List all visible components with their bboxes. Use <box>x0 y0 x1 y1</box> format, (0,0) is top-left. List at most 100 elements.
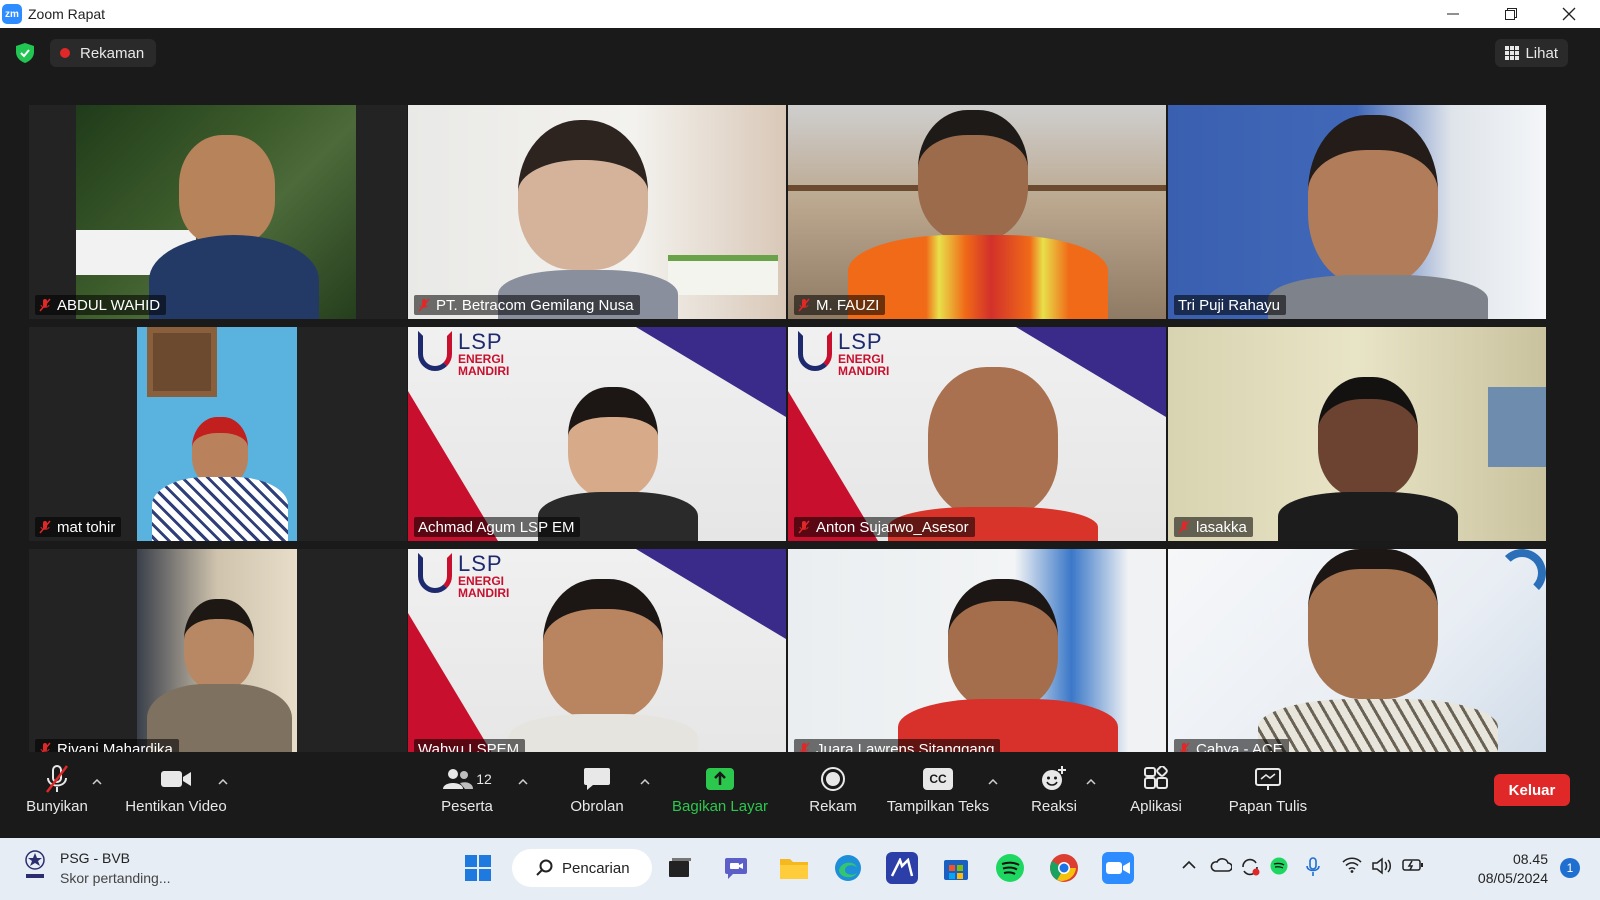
chat-button[interactable]: Obrolan <box>560 762 634 826</box>
participants-label: Peserta <box>441 798 493 815</box>
edge-browser-button[interactable] <box>832 852 864 884</box>
participant-name-tag: Anton Sujarwo_Asesor <box>794 517 975 537</box>
participant-name: ABDUL WAHID <box>57 296 161 314</box>
cloud-icon <box>1210 858 1233 872</box>
file-explorer-button[interactable] <box>778 852 810 884</box>
video-options-caret[interactable] <box>218 774 228 788</box>
captions-icon: CC <box>923 768 953 790</box>
video-tile-mat-tohir[interactable]: mat tohir <box>29 327 407 541</box>
battery-tray[interactable] <box>1402 857 1424 878</box>
show-captions-button[interactable]: CC Tampilkan Teks <box>878 762 998 826</box>
video-tile-m-fauzi[interactable]: M. FAUZI <box>788 105 1166 319</box>
lsp-logo: LSP ENERGI MANDIRI <box>418 331 509 377</box>
start-button[interactable] <box>462 852 494 884</box>
battery-charging-icon <box>1402 859 1423 871</box>
video-tile-anton-sujarwo[interactable]: LSP ENERGI MANDIRI Anton Sujarwo_Asesor <box>788 327 1166 541</box>
zoom-app-button[interactable] <box>1102 852 1134 884</box>
meeting-toolbar: Bunyikan Hentikan Video 12 Peserta Obrol… <box>0 752 1600 836</box>
view-button[interactable]: Lihat <box>1495 39 1568 67</box>
ai-app-button[interactable] <box>886 852 918 884</box>
lsp-logo-icon <box>418 331 452 371</box>
smiley-add-icon <box>1042 766 1066 790</box>
sync-alert-icon <box>1242 858 1260 876</box>
volume-tray[interactable] <box>1372 857 1392 880</box>
news-widget[interactable]: PSG - BVB Skor pertanding... <box>20 848 171 888</box>
unmute-button[interactable]: Bunyikan <box>25 762 89 826</box>
chevron-up-icon <box>1086 778 1096 785</box>
taskbar-search[interactable]: Pencarian <box>512 849 652 887</box>
store-icon <box>944 860 968 880</box>
sync-tray[interactable] <box>1240 857 1260 882</box>
news-subtitle: Skor pertanding... <box>60 870 171 886</box>
recording-label: Rekaman <box>80 44 145 62</box>
participant-name: Anton Sujarwo_Asesor <box>816 518 969 536</box>
minimize-button[interactable] <box>1424 0 1482 28</box>
spotify-tray[interactable] <box>1270 857 1288 880</box>
champions-league-icon <box>25 850 45 878</box>
reactions-label: Reaksi <box>1031 798 1077 815</box>
restore-button[interactable] <box>1482 0 1540 28</box>
video-tile-achmad-agum[interactable]: LSP ENERGI MANDIRI Achmad Agum LSP EM <box>408 327 786 541</box>
video-tile-tri-puji-rahayu[interactable]: Tri Puji Rahayu <box>1168 105 1546 319</box>
taskbar-clock[interactable]: 08.45 08/05/2024 <box>1478 850 1548 888</box>
whiteboard-button[interactable]: Papan Tulis <box>1226 762 1310 826</box>
stop-video-button[interactable]: Hentikan Video <box>120 762 232 826</box>
teams-chat-button[interactable] <box>722 852 754 884</box>
encryption-shield-icon[interactable] <box>16 43 34 63</box>
lsp-logo: LSP ENERGI MANDIRI <box>798 331 889 377</box>
whiteboard-icon <box>1255 768 1281 790</box>
microsoft-store-button[interactable] <box>940 852 972 884</box>
clock-time: 08.45 <box>1512 851 1548 867</box>
mic-muted-icon <box>39 298 51 312</box>
zoom-logo-icon: zm <box>2 4 22 24</box>
video-tile-lasakka[interactable]: lasakka <box>1168 327 1546 541</box>
chevron-up-icon <box>518 778 528 785</box>
notification-badge[interactable]: 1 <box>1560 858 1580 878</box>
participant-name: lasakka <box>1196 518 1247 536</box>
lsp-logo-icon <box>418 553 452 593</box>
audio-options-caret[interactable] <box>92 774 102 788</box>
video-camera-icon <box>161 771 191 787</box>
participants-count: 12 <box>476 771 492 787</box>
speaker-icon <box>1372 857 1391 875</box>
apps-button[interactable]: Aplikasi <box>1124 762 1188 826</box>
video-tile-abdul-wahid[interactable]: ABDUL WAHID <box>29 105 407 319</box>
participant-name: mat tohir <box>57 518 116 536</box>
video-tile-juara-lawrens[interactable]: Juara Lawrens Sitanggang <box>788 549 1166 763</box>
reactions-button[interactable]: Reaksi <box>1024 762 1084 826</box>
share-screen-button[interactable]: Bagikan Layar <box>660 762 780 826</box>
task-view-button[interactable] <box>664 852 696 884</box>
windows-logo-icon <box>465 855 491 881</box>
video-chat-icon <box>725 858 747 879</box>
spotify-button[interactable] <box>994 852 1026 884</box>
video-tile-wahyu-lspem[interactable]: LSP ENERGI MANDIRI Wahyu LSPEM <box>408 549 786 763</box>
captions-options-caret[interactable] <box>988 774 998 788</box>
mic-off-icon <box>46 765 68 793</box>
close-window-button[interactable] <box>1540 0 1598 28</box>
wifi-tray[interactable] <box>1342 857 1362 878</box>
microphone-tray[interactable] <box>1306 857 1320 882</box>
ai-app-icon <box>890 858 914 877</box>
video-tile-cahya-ace[interactable]: Cahya - ACE <box>1168 549 1546 763</box>
onedrive-tray[interactable] <box>1210 857 1233 878</box>
chat-options-caret[interactable] <box>640 774 650 788</box>
video-tile-pt-betracom[interactable]: PT. Betracom Gemilang Nusa <box>408 105 786 319</box>
video-tile-rivani-mahardika[interactable]: Rivani Mahardika <box>29 549 407 763</box>
participants-button[interactable]: 12 Peserta <box>432 762 502 826</box>
show-hidden-icons-button[interactable] <box>1182 857 1196 875</box>
record-button[interactable]: Rekam <box>800 762 866 826</box>
leave-meeting-button[interactable]: Keluar <box>1494 774 1570 806</box>
zoom-app-icon <box>1106 862 1130 874</box>
participants-icon <box>443 769 474 789</box>
participant-name-tag: ABDUL WAHID <box>35 295 167 315</box>
chrome-button[interactable] <box>1048 852 1080 884</box>
chevron-up-icon <box>92 778 102 785</box>
chevron-up-icon <box>988 778 998 785</box>
meeting-topbar: Rekaman Lihat <box>0 28 1600 78</box>
recording-dot-icon <box>60 48 70 58</box>
participants-options-caret[interactable] <box>518 774 528 788</box>
chevron-up-icon <box>640 778 650 785</box>
mic-muted-icon <box>798 520 810 534</box>
reactions-options-caret[interactable] <box>1086 774 1096 788</box>
recording-indicator[interactable]: Rekaman <box>50 39 157 67</box>
